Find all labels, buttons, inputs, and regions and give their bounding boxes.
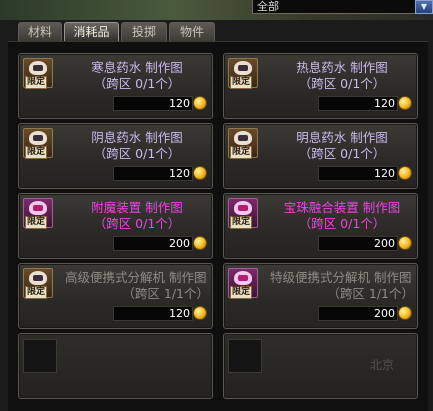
limited-badge: 限定	[230, 286, 253, 299]
item-card[interactable]: 限定 附魔装置 制作图 （跨区 0/1个） 200	[18, 193, 213, 259]
empty-icon-slot	[228, 339, 262, 373]
item-title: 高级便携式分解机 制作图	[65, 270, 207, 285]
item-price: 120	[318, 96, 398, 111]
item-card[interactable]: 限定 高级便携式分解机 制作图 （跨区 1/1个） 120	[18, 263, 213, 329]
gold-coin-icon	[398, 306, 412, 320]
gold-coin-icon	[398, 236, 412, 250]
item-title: 阴息药水 制作图	[91, 130, 183, 145]
item-limit: （跨区 0/1个）	[298, 216, 386, 231]
item-price: 200	[113, 236, 193, 251]
limited-badge: 限定	[25, 76, 48, 89]
item-limit: （跨区 0/1个）	[93, 146, 181, 161]
gold-coin-icon	[193, 96, 207, 110]
item-card[interactable]: 限定 特级便携式分解机 制作图 （跨区 1/1个） 200	[223, 263, 418, 329]
recipe-scroll-icon: 限定	[228, 268, 258, 299]
item-limit: （跨区 1/1个）	[122, 286, 209, 301]
empty-item-card	[18, 333, 213, 399]
item-price: 120	[113, 166, 193, 181]
item-card[interactable]: 限定 寒息药水 制作图 （跨区 0/1个） 120	[18, 53, 213, 119]
limited-badge: 限定	[230, 146, 253, 159]
tab-consumables[interactable]: 消耗品	[64, 22, 119, 42]
limited-badge: 限定	[25, 216, 48, 229]
item-card[interactable]: 限定 阴息药水 制作图 （跨区 0/1个） 120	[18, 123, 213, 189]
item-card[interactable]: 限定 宝珠融合装置 制作图 （跨区 0/1个） 200	[223, 193, 418, 259]
gold-coin-icon	[398, 96, 412, 110]
limited-badge: 限定	[230, 216, 253, 229]
watermark-text: 北京	[370, 358, 395, 372]
item-card[interactable]: 限定 热息药水 制作图 （跨区 0/1个） 120	[223, 53, 418, 119]
item-price: 200	[318, 306, 398, 321]
item-limit: （跨区 0/1个）	[298, 76, 386, 91]
tab-label: 物件	[179, 25, 204, 39]
limited-badge: 限定	[230, 76, 253, 89]
limited-badge: 限定	[25, 286, 48, 299]
empty-icon-slot	[23, 339, 57, 373]
item-price: 200	[318, 236, 398, 251]
item-title: 宝珠融合装置 制作图	[283, 200, 401, 215]
tab-label: 材料	[27, 25, 52, 39]
gold-coin-icon	[398, 166, 412, 180]
item-limit: （跨区 0/1个）	[93, 76, 181, 91]
gold-coin-icon	[193, 306, 207, 320]
item-title: 明息药水 制作图	[296, 130, 388, 145]
item-title: 热息药水 制作图	[296, 60, 388, 75]
item-price: 120	[113, 306, 193, 321]
tab-throwables[interactable]: 投掷	[121, 22, 167, 42]
item-limit: （跨区 0/1个）	[93, 216, 181, 231]
limited-badge: 限定	[25, 146, 48, 159]
item-title: 特级便携式分解机 制作图	[270, 270, 412, 285]
recipe-scroll-icon: 限定	[23, 198, 53, 229]
item-title: 寒息药水 制作图	[91, 60, 183, 75]
item-limit: （跨区 1/1个）	[327, 286, 414, 301]
recipe-scroll-icon: 限定	[23, 268, 53, 299]
category-filter-dropdown[interactable]: 全部	[252, 0, 417, 14]
recipe-scroll-icon: 限定	[23, 58, 53, 89]
tab-label: 消耗品	[73, 25, 110, 39]
tab-materials[interactable]: 材料	[18, 22, 62, 42]
item-price: 120	[318, 166, 398, 181]
recipe-scroll-icon: 限定	[228, 58, 258, 89]
chevron-down-icon[interactable]: ▼	[415, 0, 433, 14]
gold-coin-icon	[193, 166, 207, 180]
item-price: 120	[113, 96, 193, 111]
tab-label: 投掷	[131, 25, 156, 39]
category-filter-value: 全部	[257, 0, 279, 13]
recipe-scroll-icon: 限定	[23, 128, 53, 159]
tab-objects[interactable]: 物件	[169, 22, 215, 42]
recipe-scroll-icon: 限定	[228, 198, 258, 229]
item-card[interactable]: 限定 明息药水 制作图 （跨区 0/1个） 120	[223, 123, 418, 189]
item-title: 附魔装置 制作图	[91, 200, 183, 215]
item-limit: （跨区 0/1个）	[298, 146, 386, 161]
item-list-panel: 限定 寒息药水 制作图 （跨区 0/1个） 120 限定 热息药水 制作图 （跨…	[8, 41, 428, 411]
gold-coin-icon	[193, 236, 207, 250]
recipe-scroll-icon: 限定	[228, 128, 258, 159]
